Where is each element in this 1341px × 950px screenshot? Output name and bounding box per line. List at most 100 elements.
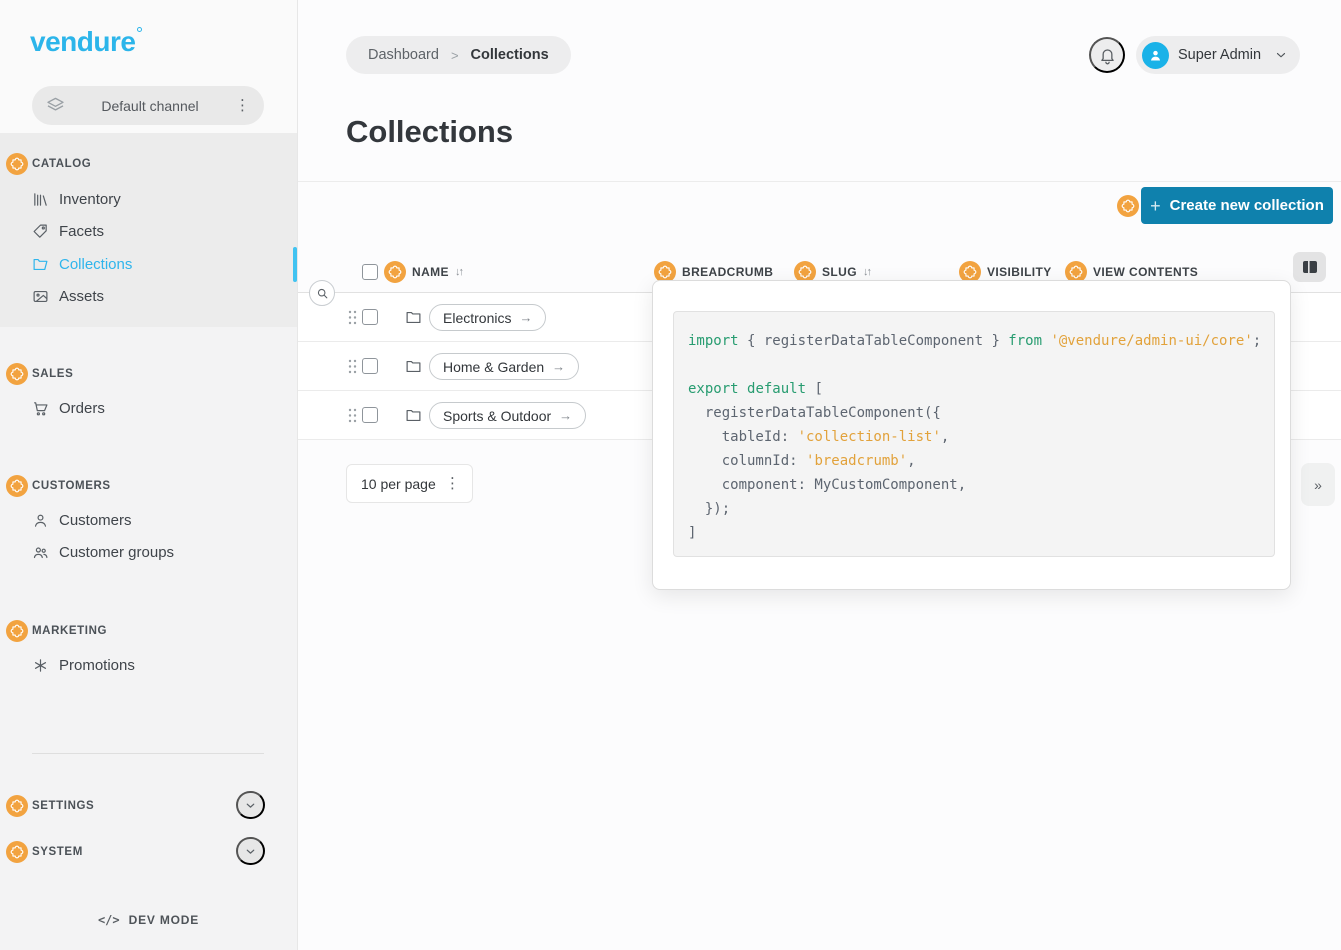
sidebar-item-customers[interactable]: Customers bbox=[0, 505, 297, 535]
chevron-down-icon bbox=[244, 845, 257, 858]
sort-icon[interactable]: ↓↑ bbox=[863, 266, 870, 278]
collection-chip[interactable]: Sports & Outdoor → bbox=[429, 402, 586, 429]
plus-icon: + bbox=[1150, 197, 1161, 215]
column-label[interactable]: VISIBILITY bbox=[987, 265, 1052, 279]
bell-icon bbox=[1098, 46, 1117, 65]
channel-kebab-icon[interactable]: ⋮ bbox=[235, 98, 250, 113]
code-token: export bbox=[688, 381, 739, 397]
nav-group-sales: SALES bbox=[0, 362, 297, 386]
row-checkbox[interactable] bbox=[362, 309, 378, 325]
dev-extension-badge[interactable] bbox=[6, 153, 28, 175]
sidebar-divider bbox=[32, 753, 264, 754]
notifications-button[interactable] bbox=[1089, 37, 1125, 73]
select-all-checkbox[interactable] bbox=[362, 264, 378, 280]
nav-group-catalog: CATALOG bbox=[0, 152, 297, 176]
sidebar-item-label: Orders bbox=[59, 400, 105, 417]
code-token: , bbox=[907, 453, 915, 469]
arrow-right-icon: → bbox=[559, 408, 572, 423]
users-icon bbox=[32, 544, 49, 561]
search-button[interactable] bbox=[309, 280, 335, 306]
nav-group-label: SYSTEM bbox=[32, 846, 83, 858]
breadcrumb-collections[interactable]: Collections bbox=[471, 47, 549, 63]
content-divider bbox=[298, 181, 1341, 182]
code-token: { registerDataTableComponent } bbox=[739, 333, 1009, 349]
column-label[interactable]: BREADCRUMB bbox=[682, 265, 773, 279]
code-line: tableId: 'collection-list', bbox=[688, 425, 1274, 449]
sidebar-item-label: Facets bbox=[59, 223, 104, 240]
nav-group-label: CUSTOMERS bbox=[32, 480, 111, 492]
nav-group-label: SALES bbox=[32, 368, 73, 380]
breadcrumb-separator-icon: > bbox=[451, 48, 459, 63]
column-label[interactable]: VIEW CONTENTS bbox=[1093, 265, 1198, 279]
row-checkbox[interactable] bbox=[362, 407, 378, 423]
tag-icon bbox=[32, 223, 49, 240]
library-icon bbox=[32, 191, 49, 208]
row-checkbox[interactable] bbox=[362, 358, 378, 374]
code-line: import { registerDataTableComponent } fr… bbox=[688, 329, 1274, 353]
sidebar-item-label: Assets bbox=[59, 288, 104, 305]
collection-chip[interactable]: Electronics → bbox=[429, 304, 546, 331]
active-nav-indicator bbox=[293, 247, 297, 282]
sidebar-item-assets[interactable]: Assets bbox=[0, 281, 297, 311]
dev-extension-badge[interactable] bbox=[6, 795, 28, 817]
image-icon bbox=[32, 288, 49, 305]
system-expand-button[interactable] bbox=[236, 837, 265, 865]
code-token: tableId: bbox=[688, 429, 798, 445]
column-label[interactable]: NAME bbox=[412, 265, 449, 279]
column-settings-button[interactable] bbox=[1293, 252, 1326, 282]
sidebar-item-customer-groups[interactable]: Customer groups bbox=[0, 537, 297, 567]
columns-icon bbox=[1302, 260, 1318, 274]
items-per-page-select[interactable]: 10 per page ⋮ bbox=[346, 464, 473, 503]
code-line: ] bbox=[688, 521, 1274, 545]
code-line: }); bbox=[688, 497, 1274, 521]
dev-mode-toggle[interactable]: </> DEV MODE bbox=[0, 908, 297, 932]
code-brackets-icon: </> bbox=[98, 913, 120, 927]
sidebar: vendure Default channel ⋮ CATALOG Invent… bbox=[0, 0, 298, 950]
arrow-right-icon: → bbox=[519, 310, 532, 325]
pagination-last-button[interactable]: » bbox=[1301, 463, 1335, 506]
folder-open-icon bbox=[32, 256, 49, 273]
drag-handle-icon[interactable] bbox=[348, 359, 357, 374]
code-token: [ bbox=[806, 381, 823, 397]
column-header-name: NAME ↓↑ bbox=[362, 250, 462, 293]
code-token: default bbox=[747, 381, 806, 397]
code-token: 'collection-list' bbox=[798, 429, 941, 445]
create-button-label: Create new collection bbox=[1170, 197, 1324, 214]
column-label[interactable]: SLUG bbox=[822, 265, 857, 279]
collection-chip[interactable]: Home & Garden → bbox=[429, 353, 579, 380]
code-token: columnId: bbox=[688, 453, 806, 469]
settings-expand-button[interactable] bbox=[236, 791, 265, 819]
nav-group-label: MARKETING bbox=[32, 625, 107, 637]
code-line: component: MyCustomComponent, bbox=[688, 473, 1274, 497]
breadcrumb-dashboard[interactable]: Dashboard bbox=[368, 47, 439, 63]
channel-selector[interactable]: Default channel ⋮ bbox=[32, 86, 264, 125]
user-menu[interactable]: Super Admin bbox=[1136, 36, 1300, 74]
dev-extension-badge[interactable] bbox=[6, 475, 28, 497]
folder-icon bbox=[405, 309, 422, 326]
sidebar-item-inventory[interactable]: Inventory bbox=[0, 184, 297, 214]
sidebar-item-facets[interactable]: Facets bbox=[0, 216, 297, 246]
dev-extension-badge[interactable] bbox=[6, 841, 28, 863]
dev-extension-badge[interactable] bbox=[1117, 195, 1139, 217]
drag-handle-icon[interactable] bbox=[348, 310, 357, 325]
code-token: , bbox=[941, 429, 949, 445]
vendure-logo[interactable]: vendure bbox=[30, 26, 135, 58]
sidebar-item-collections[interactable]: Collections bbox=[0, 249, 297, 279]
code-token: registerDataTableComponent({ bbox=[688, 405, 941, 421]
channel-label: Default channel bbox=[65, 98, 235, 114]
dev-extension-badge[interactable] bbox=[6, 363, 28, 385]
page-title: Collections bbox=[346, 114, 513, 150]
search-icon bbox=[316, 287, 329, 300]
layers-icon bbox=[46, 96, 65, 115]
dev-extension-badge[interactable] bbox=[6, 620, 28, 642]
drag-handle-icon[interactable] bbox=[348, 408, 357, 423]
arrow-right-icon: → bbox=[552, 359, 565, 374]
sidebar-item-orders[interactable]: Orders bbox=[0, 393, 297, 423]
folder-icon bbox=[405, 358, 422, 375]
sidebar-item-promotions[interactable]: Promotions bbox=[0, 650, 297, 680]
vendure-logo-text: vendure bbox=[30, 26, 135, 57]
sort-icon[interactable]: ↓↑ bbox=[455, 266, 462, 278]
dev-extension-badge[interactable] bbox=[384, 261, 406, 283]
create-new-collection-button[interactable]: + Create new collection bbox=[1141, 187, 1333, 224]
code-line bbox=[688, 353, 1274, 377]
